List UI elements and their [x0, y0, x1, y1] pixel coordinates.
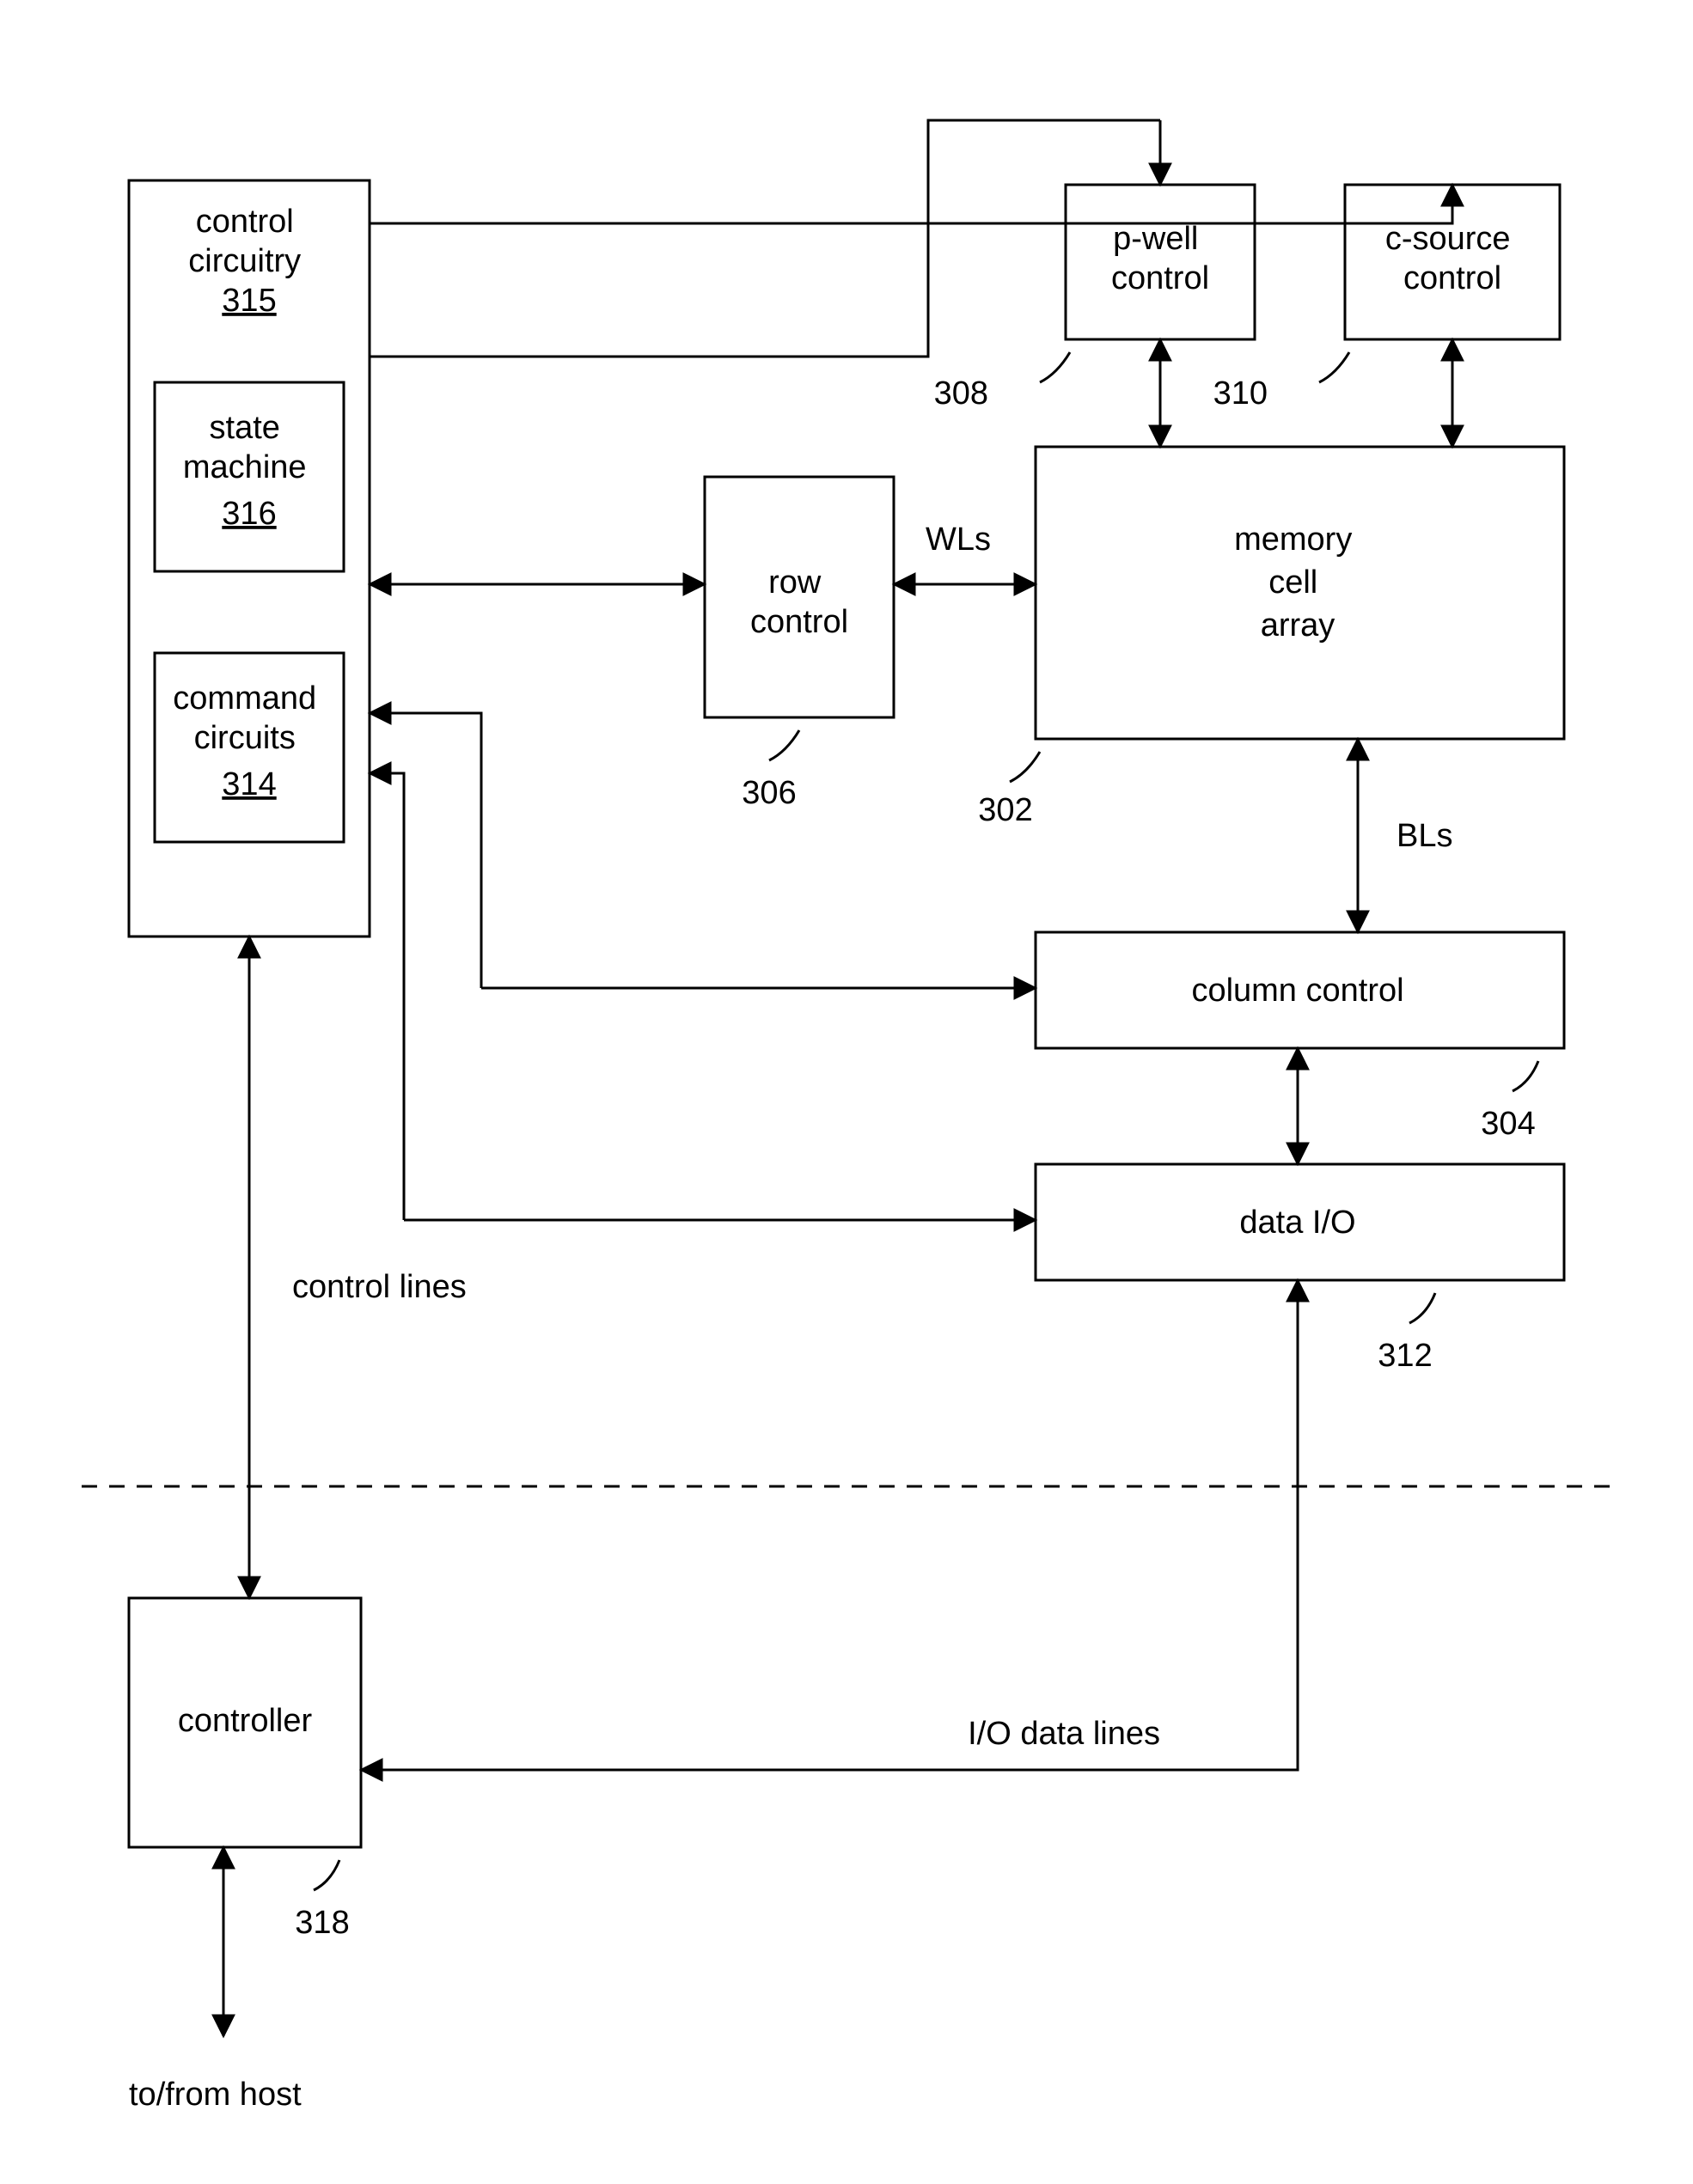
svg-text:controller: controller: [178, 1703, 313, 1739]
label-control-lines: control lines: [292, 1269, 467, 1305]
svg-text:312: 312: [1378, 1338, 1432, 1374]
svg-text:302: 302: [978, 792, 1032, 828]
label-io-data-lines: I/O data lines: [968, 1716, 1160, 1752]
ref-310: 310: [1213, 352, 1349, 412]
svg-text:306: 306: [742, 775, 796, 811]
label-control-circuitry-line1: control: [196, 204, 294, 240]
svg-text:304: 304: [1481, 1106, 1535, 1142]
block-pwell-control: p-well control: [1066, 185, 1255, 339]
block-state-machine: state machine 316: [155, 382, 344, 571]
block-memory-cell-array: memory cell array: [1036, 447, 1564, 739]
ref-304: 304: [1481, 1061, 1538, 1142]
label-to-from-host: to/from host: [129, 2077, 302, 2113]
block-data-io: data I/O: [1036, 1164, 1564, 1280]
block-row-control: row control: [705, 477, 894, 717]
ref-308: 308: [934, 352, 1070, 412]
svg-text:308: 308: [934, 375, 988, 412]
conn-column-back: [370, 713, 481, 988]
conn-dataio-back: [370, 773, 404, 1220]
ref-302: 302: [978, 752, 1040, 828]
label-control-circuitry-line2: circuitry: [188, 243, 301, 279]
ref-318: 318: [295, 1860, 349, 1941]
block-column-control: column control: [1036, 932, 1564, 1048]
conn-controller-dataio: [361, 1280, 1298, 1770]
block-controller: controller: [129, 1598, 361, 1847]
label-wls: WLs: [926, 522, 991, 558]
svg-text:data I/O: data I/O: [1239, 1205, 1355, 1241]
ref-306: 306: [742, 730, 799, 811]
svg-text:318: 318: [295, 1905, 349, 1941]
label-bls: BLs: [1397, 818, 1452, 854]
ref-312: 312: [1378, 1293, 1435, 1374]
conn-control-to-csource: [370, 185, 1452, 223]
svg-text:column control: column control: [1191, 973, 1403, 1009]
label-control-circuitry-ref: 315: [222, 283, 276, 319]
svg-text:310: 310: [1213, 375, 1268, 412]
block-command-circuits: command circuits 314: [155, 653, 344, 842]
